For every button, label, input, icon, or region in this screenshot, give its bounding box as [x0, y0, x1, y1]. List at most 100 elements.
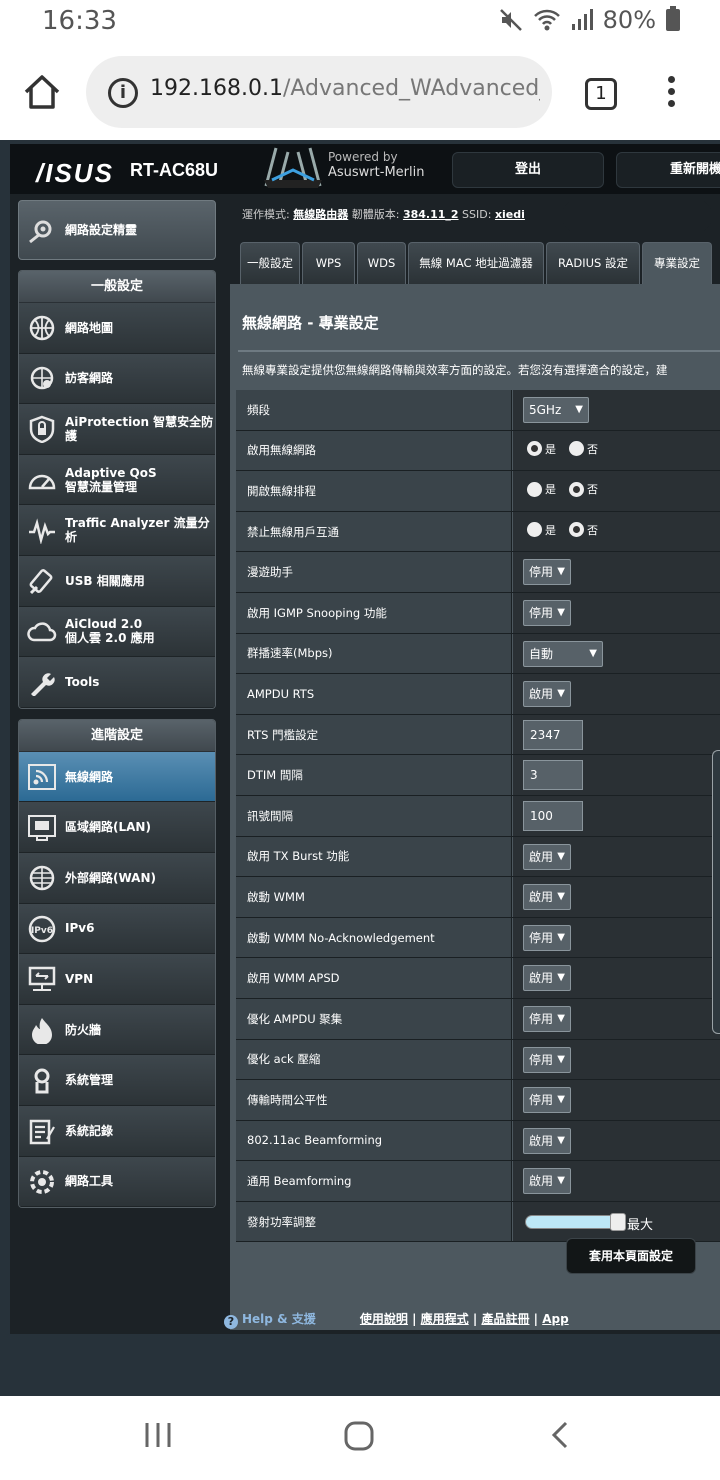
setting-select[interactable]: 停用 ▼ [523, 1005, 571, 1032]
advanced-item-3[interactable]: IPv6 IPv6 [19, 903, 215, 955]
setting-input[interactable]: 3 [523, 760, 583, 791]
radio-dot[interactable] [527, 481, 542, 497]
setting-select[interactable]: 停用 ▼ [523, 559, 571, 586]
setting-select[interactable]: 啟用 ▼ [523, 1127, 571, 1154]
general-item-6[interactable]: AiCloud 2.0 個人雲 2.0 應用 [19, 606, 215, 658]
back-icon[interactable] [548, 1420, 572, 1450]
setting-select[interactable]: 啟用 ▼ [523, 843, 571, 870]
setting-value-cell: 3 [513, 755, 720, 795]
tab-4[interactable]: RADIUS 設定 [546, 242, 640, 284]
general-item-label: Tools [65, 674, 100, 689]
select-value: 啟用 [529, 1133, 554, 1148]
general-item-label: 網路地圖 [65, 320, 114, 335]
advanced-item-8[interactable]: 網路工具 [19, 1156, 215, 1208]
recent-apps-icon[interactable] [144, 1420, 172, 1450]
footer-link-0[interactable]: 使用說明 [360, 1312, 408, 1326]
select-value: 5GHz [529, 403, 562, 417]
power-slider[interactable] [525, 1212, 626, 1231]
home-nav-icon[interactable] [343, 1420, 375, 1452]
ssid-value[interactable]: xiedi [495, 208, 525, 221]
radio-yes[interactable]: 是 [527, 481, 556, 497]
setting-select[interactable]: 啟用 ▼ [523, 884, 571, 911]
tab-1[interactable]: WPS [302, 242, 355, 284]
overflow-menu-icon[interactable] [664, 76, 678, 112]
url-text[interactable]: 192.168.0.1/Advanced_WAdvanced_C [150, 76, 540, 101]
wrench-icon [31, 673, 55, 697]
tab-2[interactable]: WDS [357, 242, 406, 284]
radio-dot[interactable] [569, 481, 584, 497]
settings-panel: 無線網路 - 專業設定 無線專業設定提供您無線網路傳輸與效率方面的設定。若您沒有… [230, 284, 720, 1330]
setting-select[interactable]: 自動 ▼ [523, 640, 603, 667]
setting-value-cell: 5GHz ▼ [513, 390, 720, 430]
scroll-indicator[interactable] [712, 750, 720, 1034]
mode-value[interactable]: 無線路由器 [293, 208, 348, 221]
apply-button[interactable]: 套用本頁面設定 [566, 1238, 696, 1274]
vpn-icon [28, 966, 56, 992]
radio-dot[interactable] [569, 441, 584, 457]
setting-select[interactable]: 啟用 ▼ [523, 1168, 571, 1195]
home-icon[interactable] [22, 72, 62, 112]
info-icon[interactable]: i [108, 78, 138, 108]
general-item-5[interactable]: USB 相關應用 [19, 555, 215, 607]
select-value: 停用 [529, 1052, 554, 1067]
guest-network-icon [30, 366, 54, 389]
logout-button[interactable]: 登出 [452, 152, 604, 188]
setting-select[interactable]: 5GHz ▼ [523, 397, 589, 423]
slider-handle[interactable] [610, 1212, 626, 1231]
general-item-4[interactable]: Traffic Analyzer 流量分析 [19, 505, 215, 556]
setting-select[interactable]: 停用 ▼ [523, 924, 571, 951]
advanced-item-2[interactable]: 外部網路(WAN) [19, 852, 215, 904]
general-item-7[interactable]: Tools [19, 657, 215, 708]
footer-link-1[interactable]: 應用程式 [421, 1312, 469, 1326]
general-item-3[interactable]: Adaptive QoS 智慧流量管理 [19, 454, 215, 506]
status-icons: 80% [499, 6, 680, 34]
radio-yes[interactable]: 是 [527, 441, 556, 457]
general-item-label: 訪客網路 [65, 371, 114, 386]
setting-input[interactable]: 100 [523, 800, 583, 831]
powered-by-line2: Asuswrt-Merlin [328, 165, 425, 180]
advanced-item-5[interactable]: 防火牆 [19, 1004, 215, 1056]
help-link[interactable]: Help & 支援 [242, 1312, 316, 1326]
advanced-item-1[interactable]: 區域網路(LAN) [19, 802, 215, 853]
setting-label: 啟用 TX Burst 功能 [236, 836, 512, 877]
general-item-2[interactable]: AiProtection 智慧安全防護 [19, 404, 215, 455]
radio-yes[interactable]: 是 [527, 522, 556, 538]
tab-0[interactable]: 一般設定 [240, 242, 300, 284]
network-wizard-button[interactable]: 網路設定精靈 [18, 200, 216, 260]
setting-label: 通用 Beamforming [236, 1161, 512, 1201]
url-path: /Advanced_WAdvanced_C [282, 76, 540, 101]
setting-input[interactable]: 2347 [523, 719, 583, 750]
advanced-item-7[interactable]: 系統記錄 [19, 1105, 215, 1157]
advanced-item-4[interactable]: VPN [19, 954, 215, 1005]
radio-dot[interactable] [527, 441, 542, 457]
link-separator: | [468, 1312, 482, 1326]
general-item-0[interactable]: 網路地圖 [19, 303, 215, 354]
tab-3[interactable]: 無線 MAC 地址過濾器 [408, 242, 544, 284]
radio-no[interactable]: 否 [569, 481, 598, 497]
settings-row: 802.11ac Beamforming 啟用 ▼ [236, 1120, 720, 1162]
footer-link-3[interactable]: App [542, 1312, 568, 1326]
radio-no[interactable]: 否 [569, 522, 598, 538]
radio-dot[interactable] [527, 522, 542, 538]
radio-dot[interactable] [569, 522, 584, 538]
firmware-value[interactable]: 384.11_2 [403, 208, 459, 221]
setting-select[interactable]: 啟用 ▼ [523, 965, 571, 992]
address-bar[interactable]: i 192.168.0.1/Advanced_WAdvanced_C [86, 56, 552, 128]
footer-link-2[interactable]: 產品註冊 [481, 1312, 529, 1326]
reboot-button[interactable]: 重新開機 [616, 152, 720, 188]
usb-icon [29, 569, 53, 595]
tab-5[interactable]: 專業設定 [642, 242, 712, 284]
setting-select[interactable]: 啟用 ▼ [523, 681, 571, 708]
setting-label: 傳輸時間公平性 [236, 1080, 512, 1120]
setting-select[interactable]: 停用 ▼ [523, 1046, 571, 1073]
setting-value-cell: 停用 ▼ [513, 592, 720, 633]
setting-value-cell: 是否 [513, 430, 720, 471]
battery-icon [666, 6, 680, 31]
tab-switcher-button[interactable]: 1 [585, 78, 617, 110]
advanced-item-0[interactable]: 無線網路 [19, 751, 215, 803]
advanced-item-6[interactable]: 系統管理 [19, 1055, 215, 1106]
general-item-1[interactable]: 訪客網路 [19, 353, 215, 405]
radio-no[interactable]: 否 [569, 441, 598, 457]
setting-select[interactable]: 停用 ▼ [523, 1087, 571, 1114]
setting-select[interactable]: 停用 ▼ [523, 599, 571, 626]
